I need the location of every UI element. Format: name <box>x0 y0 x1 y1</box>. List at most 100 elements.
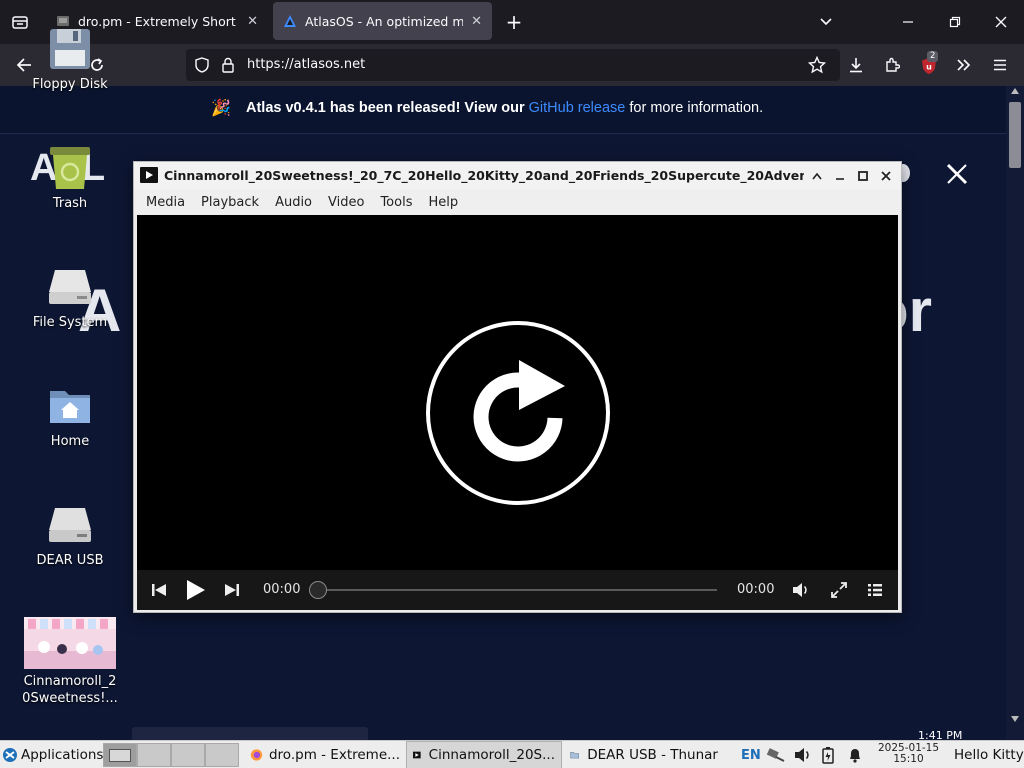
tab-overflow-button[interactable] <box>814 10 838 34</box>
scrollbar-thumb[interactable] <box>1009 102 1021 168</box>
menu-video[interactable]: Video <box>320 195 372 210</box>
vlc-menu-bar: Media Playback Audio Video Tools Help <box>134 190 901 214</box>
close-icon <box>995 16 1007 28</box>
xfce-taskbar: Applications dro.pm - Extreme... Cinnamo… <box>0 740 1024 768</box>
tab-close-icon[interactable]: ✕ <box>471 14 482 29</box>
home-folder-icon <box>50 391 90 423</box>
desktop-icon-label: Floppy Disk <box>32 77 108 92</box>
tab-title: AtlasOS - An optimized modific <box>305 13 464 29</box>
more-tools-button[interactable] <box>952 53 976 77</box>
minimize-button[interactable] <box>896 10 920 34</box>
keyboard-layout-indicator[interactable]: EN <box>741 741 761 768</box>
menu-playback[interactable]: Playback <box>193 195 267 210</box>
tab-close-icon[interactable]: ✕ <box>247 14 258 29</box>
menu-media[interactable]: Media <box>138 195 193 210</box>
github-release-link[interactable]: GitHub release <box>529 100 626 116</box>
desktop-icon-label: File System <box>32 315 108 330</box>
video-thumbnail <box>24 617 116 669</box>
chevron-up-icon <box>812 172 822 180</box>
total-time: 00:00 <box>737 582 775 597</box>
vlc-close-button[interactable] <box>878 168 894 184</box>
desktop-icon-file-system[interactable]: File System <box>22 264 118 331</box>
seek-bar[interactable] <box>315 589 717 591</box>
next-button[interactable] <box>222 580 242 600</box>
playlist-button[interactable] <box>865 580 885 600</box>
task-firefox[interactable]: dro.pm - Extreme... <box>244 741 406 768</box>
desktop-icon-home[interactable]: Home <box>22 383 118 450</box>
restore-button[interactable] <box>943 10 967 34</box>
floppy-disk-icon <box>50 29 90 69</box>
workspace-3[interactable] <box>171 743 205 767</box>
vlc-maximize-button[interactable] <box>855 168 871 184</box>
replay-icon[interactable] <box>423 318 613 508</box>
close-window-button[interactable] <box>989 10 1013 34</box>
scroll-down-arrow-icon[interactable] <box>1011 716 1019 722</box>
volume-indicator[interactable] <box>794 741 812 768</box>
menu-help[interactable]: Help <box>420 195 466 210</box>
atlas-favicon <box>284 15 296 27</box>
applications-menu-button[interactable]: Applications <box>2 741 103 768</box>
address-bar[interactable]: https://atlasos.net <box>186 49 840 81</box>
task-label: DEAR USB - Thunar <box>587 747 718 763</box>
extension-badge: 2 <box>927 51 939 62</box>
vlc-window-title: Cinnamoroll_20Sweetness!_20_7C_20Hello_2… <box>164 168 804 183</box>
volume-button[interactable] <box>791 580 811 600</box>
keyboard-layout-label: EN <box>741 747 761 763</box>
menu-audio[interactable]: Audio <box>267 195 320 210</box>
maximize-icon <box>858 171 868 181</box>
task-thunar[interactable]: DEAR USB - Thunar <box>564 741 724 768</box>
workspace-4[interactable] <box>205 743 239 767</box>
workspace-2[interactable] <box>137 743 171 767</box>
desktop-icon-floppy-disk[interactable]: Floppy Disk <box>22 26 118 93</box>
scroll-up-arrow-icon[interactable] <box>1011 88 1019 94</box>
page-bottom-strip <box>132 727 368 740</box>
battery-indicator[interactable] <box>822 741 834 768</box>
banner-text-before: Atlas v0.4.1 has been released! View our <box>246 100 529 116</box>
network-indicator[interactable] <box>766 741 786 768</box>
vlc-title-bar[interactable]: Cinnamoroll_20Sweetness!_20_7C_20Hello_2… <box>134 162 901 190</box>
speaker-icon <box>795 748 809 762</box>
notifications-indicator[interactable] <box>848 741 862 768</box>
vlc-minimize-button[interactable] <box>832 168 848 184</box>
tab-atlasos[interactable]: AtlasOS - An optimized modific ✕ <box>273 2 492 40</box>
play-button[interactable] <box>184 578 208 602</box>
clock[interactable]: 2025-01-15 15:10 <box>878 743 939 765</box>
desktop-icon-label: Trash <box>52 196 88 211</box>
workspace-1[interactable] <box>103 743 137 767</box>
menu-tools[interactable]: Tools <box>372 195 420 210</box>
clock-time: 15:10 <box>893 753 924 765</box>
ublock-button[interactable]: u 2 <box>916 51 942 79</box>
url-text[interactable]: https://atlasos.net <box>247 57 365 72</box>
desktop-icon-dear-usb[interactable]: DEAR USB <box>22 502 118 569</box>
network-icon <box>766 748 785 762</box>
new-tab-button[interactable]: + <box>502 10 526 34</box>
desktop-icon-cinnamoroll-video[interactable]: Cinnamoroll_2 0Sweetness!... <box>22 617 118 707</box>
previous-button[interactable] <box>149 580 169 600</box>
task-vlc[interactable]: Cinnamoroll_20S... <box>406 741 562 768</box>
lock-icon[interactable] <box>221 57 235 73</box>
volume-icon <box>793 583 807 597</box>
elapsed-time: 00:00 <box>263 582 301 597</box>
trash-icon <box>50 147 90 189</box>
extensions-button[interactable] <box>880 53 904 77</box>
desktop-icon-label: Home <box>50 434 90 449</box>
star-icon[interactable] <box>808 56 826 74</box>
seek-handle[interactable] <box>309 581 327 599</box>
x-social-icon[interactable] <box>946 163 968 185</box>
downloads-button[interactable] <box>844 53 868 77</box>
app-menu-button[interactable] <box>988 53 1012 77</box>
user-menu[interactable]: Hello Kitty <box>954 741 1024 768</box>
minimize-icon <box>836 178 844 180</box>
skip-back-icon <box>152 584 166 596</box>
desktop-icon-label: DEAR USB <box>36 553 104 568</box>
shade-button[interactable] <box>809 168 825 184</box>
xfce-logo-icon <box>3 748 17 762</box>
page-scrollbar[interactable] <box>1006 86 1024 740</box>
folder-icon <box>570 752 579 759</box>
desktop-icon-trash[interactable]: Trash <box>22 145 118 212</box>
fullscreen-button[interactable] <box>829 580 849 600</box>
shield-icon[interactable] <box>194 57 210 73</box>
video-area[interactable] <box>137 215 898 570</box>
puzzle-icon <box>886 57 900 72</box>
firefox-icon <box>250 749 263 761</box>
